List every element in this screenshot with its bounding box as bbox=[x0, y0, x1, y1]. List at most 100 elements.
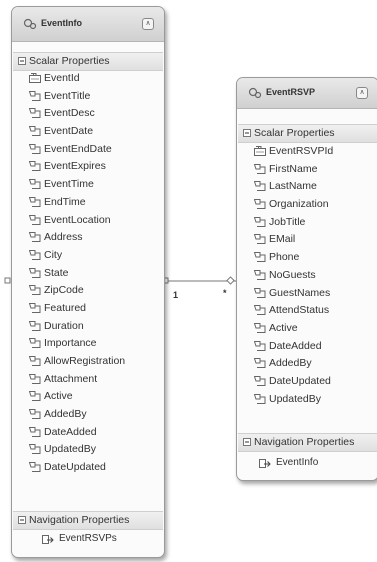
property-label: DateUpdated bbox=[269, 374, 331, 387]
scalar-property[interactable]: AttendStatus bbox=[252, 302, 376, 320]
property-icon bbox=[29, 267, 41, 278]
entity-eventrsvp[interactable]: EventRSVP ∧ Scalar Properties EventRSVPI… bbox=[236, 77, 377, 481]
scalar-property[interactable]: EventExpires bbox=[27, 158, 162, 176]
scalar-property[interactable]: FirstName bbox=[252, 161, 376, 179]
scalar-property[interactable]: EventEndDate bbox=[27, 141, 162, 159]
property-icon bbox=[29, 161, 41, 172]
scalar-property[interactable]: Phone bbox=[252, 249, 376, 267]
scalar-property[interactable]: AddedBy bbox=[27, 406, 162, 424]
property-label: Attachment bbox=[44, 372, 98, 385]
property-label: AllowRegistration bbox=[44, 355, 126, 367]
scalar-property[interactable]: Attachment bbox=[27, 371, 162, 389]
key-property-icon bbox=[254, 146, 266, 156]
property-icon bbox=[254, 269, 266, 280]
scalar-property[interactable]: EventRSVPId bbox=[252, 143, 376, 161]
scalar-property[interactable]: Organization bbox=[252, 196, 376, 214]
property-icon bbox=[29, 356, 41, 366]
section-label: Scalar Properties bbox=[254, 127, 335, 139]
navigation-property-icon bbox=[259, 459, 271, 468]
multiplicity-many: * bbox=[223, 288, 227, 298]
entity-eventinfo[interactable]: EventInfo ∧ Scalar Properties EventId Eve… bbox=[11, 6, 165, 558]
property-icon bbox=[254, 358, 266, 369]
scalar-property[interactable]: DateUpdated bbox=[252, 373, 376, 391]
section-collapse-icon[interactable] bbox=[243, 129, 251, 137]
property-icon bbox=[254, 181, 266, 192]
property-label: DateAdded bbox=[269, 339, 322, 352]
scalar-property[interactable]: AddedBy bbox=[252, 355, 376, 373]
property-label: EventEndDate bbox=[44, 142, 112, 155]
section-collapse-icon[interactable] bbox=[243, 438, 251, 446]
entity-header[interactable]: EventInfo ∧ bbox=[12, 7, 164, 42]
scalar-property[interactable]: Active bbox=[252, 320, 376, 338]
property-label: City bbox=[44, 248, 63, 261]
scalar-property[interactable]: DateAdded bbox=[252, 338, 376, 356]
navigation-properties-header[interactable]: Navigation Properties bbox=[238, 433, 377, 452]
collapse-icon[interactable]: ∧ bbox=[142, 18, 154, 30]
scalar-property[interactable]: UpdatedBy bbox=[27, 441, 162, 459]
property-icon bbox=[254, 234, 266, 245]
scalar-property[interactable]: Active bbox=[27, 388, 162, 406]
entity-title: EventRSVP bbox=[266, 87, 316, 97]
property-label: EventLocation bbox=[44, 213, 111, 226]
scalar-property[interactable]: DateUpdated bbox=[27, 459, 162, 477]
collapse-icon[interactable]: ∧ bbox=[356, 87, 368, 99]
property-icon bbox=[254, 163, 266, 174]
navigation-property-icon bbox=[42, 535, 54, 544]
nav-property-label: EventRSVPs bbox=[59, 533, 117, 544]
property-icon bbox=[29, 232, 41, 243]
scalar-property[interactable]: EMail bbox=[252, 231, 376, 249]
property-icon bbox=[29, 143, 41, 154]
scalar-property[interactable]: UpdatedBy bbox=[252, 391, 376, 409]
section-collapse-icon[interactable] bbox=[18, 516, 26, 524]
property-label: AttendStatus bbox=[269, 304, 330, 317]
property-label: EndTime bbox=[44, 195, 86, 208]
property-icon bbox=[254, 340, 266, 351]
property-icon bbox=[254, 375, 266, 386]
property-icon bbox=[29, 126, 41, 137]
scalar-property[interactable]: GuestNames bbox=[252, 285, 376, 303]
property-label: FirstName bbox=[269, 162, 318, 175]
section-collapse-icon[interactable] bbox=[18, 57, 26, 65]
property-icon bbox=[29, 373, 41, 384]
section-label: Navigation Properties bbox=[29, 514, 130, 526]
navigation-properties-header[interactable]: Navigation Properties bbox=[13, 511, 163, 530]
property-label: GuestNames bbox=[269, 286, 331, 299]
scalar-property[interactable]: NoGuests bbox=[252, 267, 376, 285]
property-icon bbox=[254, 252, 266, 263]
scalar-properties-header[interactable]: Scalar Properties bbox=[238, 124, 377, 143]
section-label: Navigation Properties bbox=[254, 436, 355, 448]
scalar-property[interactable]: Duration bbox=[27, 318, 162, 336]
property-label: Phone bbox=[269, 251, 300, 264]
scalar-property[interactable]: City bbox=[27, 247, 162, 265]
property-icon bbox=[29, 338, 41, 349]
scalar-property[interactable]: EventId bbox=[27, 70, 162, 88]
scalar-property[interactable]: EventTime bbox=[27, 176, 162, 194]
property-icon bbox=[254, 199, 266, 210]
scalar-property[interactable]: AllowRegistration bbox=[27, 353, 162, 371]
scalar-property[interactable]: Featured bbox=[27, 300, 162, 318]
property-label: Importance bbox=[44, 337, 97, 350]
scalar-property[interactable]: EventDesc bbox=[27, 105, 162, 123]
property-icon bbox=[29, 391, 41, 402]
property-label: UpdatedBy bbox=[44, 443, 96, 456]
property-icon bbox=[29, 214, 41, 225]
scalar-property[interactable]: EventDate bbox=[27, 123, 162, 141]
property-icon bbox=[29, 108, 41, 119]
scalar-property[interactable]: JobTitle bbox=[252, 214, 376, 232]
scalar-properties-header[interactable]: Scalar Properties bbox=[13, 52, 163, 71]
property-label: State bbox=[44, 266, 69, 279]
scalar-property[interactable]: Address bbox=[27, 229, 162, 247]
scalar-property[interactable]: ZipCode bbox=[27, 282, 162, 300]
scalar-property[interactable]: EndTime bbox=[27, 194, 162, 212]
scalar-property[interactable]: DateAdded bbox=[27, 424, 162, 442]
property-icon bbox=[254, 322, 266, 333]
scalar-property[interactable]: Importance bbox=[27, 335, 162, 353]
property-icon bbox=[29, 196, 41, 207]
scalar-property[interactable]: State bbox=[27, 265, 162, 283]
scalar-property-list: EventRSVPId FirstName LastName Organization… bbox=[252, 143, 376, 408]
entity-header[interactable]: EventRSVP ∧ bbox=[237, 78, 377, 109]
scalar-property[interactable]: LastName bbox=[252, 178, 376, 196]
scalar-property[interactable]: EventLocation bbox=[27, 212, 162, 230]
scalar-property[interactable]: EventTitle bbox=[27, 88, 162, 106]
property-label: DateAdded bbox=[44, 425, 97, 438]
